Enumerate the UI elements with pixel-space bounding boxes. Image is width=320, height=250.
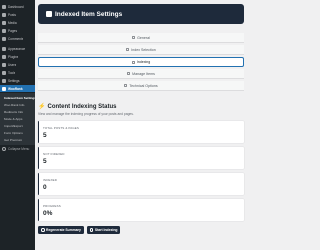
- tab-label: Index Selection: [131, 47, 156, 52]
- user-icon: [2, 62, 6, 67]
- collapse-menu-button[interactable]: Collapse Menu: [0, 147, 35, 151]
- button-label: Start Indexing: [94, 228, 118, 232]
- start-indexing-button[interactable]: Start Indexing: [86, 226, 121, 234]
- brush-icon: [2, 46, 6, 51]
- section-description: View and manage the indexing progress of…: [38, 112, 134, 116]
- sidebar-item-label: Users: [8, 62, 17, 67]
- media-icon: [2, 20, 6, 25]
- tab-index-selection[interactable]: Index Selection: [38, 45, 244, 55]
- tab-indexing[interactable]: Indexing: [38, 57, 244, 67]
- submenu-item[interactable]: Redirects Info: [0, 108, 35, 115]
- comment-icon: [2, 36, 6, 41]
- submenu-item[interactable]: Get Premium: [0, 136, 35, 143]
- sidebar-item-comments[interactable]: Comments: [0, 35, 35, 42]
- stat-label: PROGRESS: [43, 204, 61, 208]
- sidebar-item-label: Media: [8, 20, 17, 25]
- tab-general[interactable]: General: [38, 33, 244, 43]
- stat-label: TOTAL POSTS & PAGES: [43, 126, 79, 130]
- tab-technical-options[interactable]: Technical Options: [38, 81, 244, 91]
- gear-icon: [46, 11, 52, 17]
- sidebar-item-dashboard[interactable]: Dashboard: [0, 3, 35, 10]
- submenu-item[interactable]: Woo Rank Info: [0, 101, 35, 108]
- tab-label: Manage Items: [132, 71, 155, 76]
- stat-value: 5: [43, 132, 47, 139]
- section-heading: ⚡ Content Indexing Status: [38, 103, 244, 111]
- lightning-icon: ⚡: [38, 104, 46, 110]
- sidebar-item-label: Comments: [8, 36, 24, 41]
- button-label: Regenerate Summary: [46, 228, 81, 232]
- index-icon: [131, 60, 135, 64]
- sidebar-item-label: Appearance: [8, 46, 26, 51]
- sidebar-item-pages[interactable]: Pages: [0, 27, 35, 34]
- plug-icon: [2, 54, 6, 59]
- sidebar-item-woorank[interactable]: WooRank: [0, 85, 35, 92]
- submenu-item[interactable]: Indexed Item Settings: [0, 94, 35, 101]
- sidebar-submenu: Indexed Item Settings Woo Rank Info Redi…: [0, 93, 35, 145]
- plugin-icon: [2, 86, 6, 91]
- sidebar-item-plugins[interactable]: Plugins: [0, 53, 35, 60]
- sliders-icon: [2, 78, 6, 83]
- page-title: Indexed Item Settings: [55, 10, 123, 18]
- stat-card-progress: PROGRESS 0%: [38, 199, 244, 221]
- sidebar-item-label: WooRank: [8, 86, 23, 91]
- general-icon: [132, 36, 136, 39]
- sidebar-item-label: Dashboard: [8, 4, 24, 9]
- sidebar-item-appearance[interactable]: Appearance: [0, 45, 35, 52]
- sidebar-item-posts[interactable]: Posts: [0, 11, 35, 18]
- submenu-item[interactable]: Import/Export: [0, 122, 35, 129]
- admin-sidebar: Dashboard Posts Media Pages Comments App…: [0, 0, 35, 250]
- submenu-item[interactable]: Form Options: [0, 129, 35, 136]
- tab-label: Indexing: [136, 60, 151, 64]
- sidebar-item-label: Plugins: [8, 54, 19, 59]
- pin-icon: [2, 12, 6, 17]
- list-icon: [126, 48, 130, 51]
- main-content: Indexed Item Settings General Index Sele…: [38, 4, 244, 234]
- regenerate-summary-button[interactable]: Regenerate Summary: [38, 226, 84, 234]
- stat-value: 5: [43, 158, 47, 165]
- stat-value: 0: [43, 184, 47, 191]
- collapse-icon: [2, 147, 6, 151]
- tab-label: Technical Options: [129, 83, 158, 88]
- section-title: Content Indexing Status: [47, 103, 117, 110]
- page-header: Indexed Item Settings: [38, 4, 244, 24]
- play-icon: [89, 228, 94, 232]
- grid-icon: [127, 72, 131, 75]
- page-icon: [2, 28, 6, 33]
- submenu-item[interactable]: Mode & Apps: [0, 115, 35, 122]
- sidebar-item-tools[interactable]: Tools: [0, 69, 35, 76]
- sidebar-item-label: Tools: [8, 70, 16, 75]
- sidebar-item-label: Pages: [8, 28, 18, 33]
- stat-card-not-indexed: NOT INDEXED 5: [38, 147, 244, 169]
- collapse-label: Collapse Menu: [8, 147, 30, 151]
- sidebar-item-label: Posts: [8, 12, 16, 17]
- dashboard-icon: [2, 4, 6, 9]
- wrench-icon: [2, 70, 6, 75]
- stat-value: 0%: [43, 210, 53, 217]
- sidebar-item-users[interactable]: Users: [0, 61, 35, 68]
- settings-icon: [124, 84, 128, 87]
- refresh-icon: [41, 228, 45, 232]
- stat-card-total: TOTAL POSTS & PAGES 5: [38, 121, 244, 143]
- stat-card-indexed: INDEXED 0: [38, 173, 244, 195]
- tab-manage-items[interactable]: Manage Items: [38, 69, 244, 79]
- sidebar-item-label: Settings: [8, 78, 20, 83]
- sidebar-item-media[interactable]: Media: [0, 19, 35, 26]
- stat-label: INDEXED: [43, 178, 58, 182]
- action-buttons: Regenerate Summary Start Indexing: [38, 226, 244, 234]
- settings-tabs: General Index Selection Indexing Manage …: [38, 33, 244, 91]
- stat-label: NOT INDEXED: [43, 152, 65, 156]
- tab-label: General: [137, 35, 150, 40]
- sidebar-item-settings[interactable]: Settings: [0, 77, 35, 84]
